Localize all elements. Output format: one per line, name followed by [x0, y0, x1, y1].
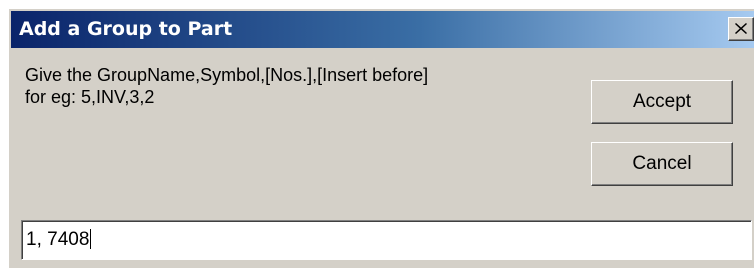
- title-bar[interactable]: Add a Group to Part: [11, 11, 754, 48]
- text-caret: [90, 229, 92, 249]
- prompt-line-2: for eg: 5,INV,3,2: [25, 87, 155, 107]
- add-group-dialog: Add a Group to Part Give the GroupName,S…: [8, 8, 754, 268]
- input-value-text: 1, 7408: [26, 229, 90, 250]
- prompt-text: Give the GroupName,Symbol,[Nos.],[Insert…: [25, 64, 428, 108]
- cancel-button[interactable]: Cancel: [591, 142, 733, 186]
- prompt-line-1: Give the GroupName,Symbol,[Nos.],[Insert…: [25, 65, 429, 85]
- group-input-field[interactable]: 1, 7408: [21, 220, 752, 260]
- input-value: 1, 7408: [26, 229, 92, 251]
- accept-button[interactable]: Accept: [591, 80, 733, 124]
- close-button[interactable]: [728, 17, 754, 41]
- close-icon: [735, 23, 747, 34]
- window-title: Add a Group to Part: [19, 18, 233, 40]
